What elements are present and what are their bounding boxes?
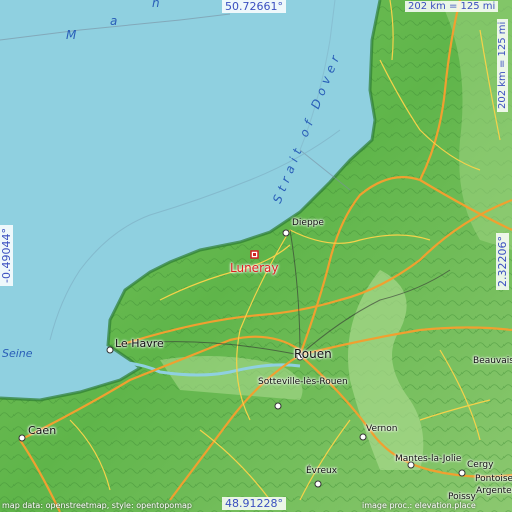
coord-bottom: 48.91228° <box>222 497 286 510</box>
city-label-rouen: Rouen <box>294 347 332 361</box>
terrain-layer <box>0 0 512 512</box>
scale-label-vertical: 202 km = 125 mi <box>497 18 508 112</box>
coord-top: 50.72661° <box>222 0 286 13</box>
channel-letter: M <box>66 28 77 42</box>
scale-label-horizontal: 202 km = 125 mi <box>405 1 499 12</box>
seine-label: Seine <box>2 347 33 360</box>
city-label-argenteuil: Argenteuil <box>476 486 512 496</box>
city-label-dieppe: Dieppe <box>292 218 324 228</box>
city-label-caen: Caen <box>28 424 57 437</box>
city-label-vernon: Vernon <box>366 424 398 434</box>
coord-left: -0.49044° <box>0 225 13 286</box>
city-label-evreux: Évreux <box>306 466 338 476</box>
city-label-mantes: Mantes-la-Jolie <box>395 454 462 464</box>
city-label-sotteville: Sotteville-lès-Rouen <box>258 377 348 387</box>
city-label-pontoise: Pontoise <box>475 474 512 484</box>
attribution-right: image proc.: elevation.place <box>362 501 476 510</box>
city-label-beauvais: Beauvais <box>473 356 512 366</box>
map-view[interactable]: M a n Strait of Dover Seine Luneray Diep… <box>0 0 512 512</box>
city-label-le-havre: Le Havre <box>115 337 164 350</box>
coord-right: 2.32206° <box>496 233 509 290</box>
attribution-left: map data: openstreetmap, style: opentopo… <box>2 501 192 510</box>
city-label-cergy: Cergy <box>467 460 494 470</box>
channel-letter: a <box>110 14 118 28</box>
target-label: Luneray <box>230 261 279 275</box>
channel-letter: n <box>152 0 160 10</box>
